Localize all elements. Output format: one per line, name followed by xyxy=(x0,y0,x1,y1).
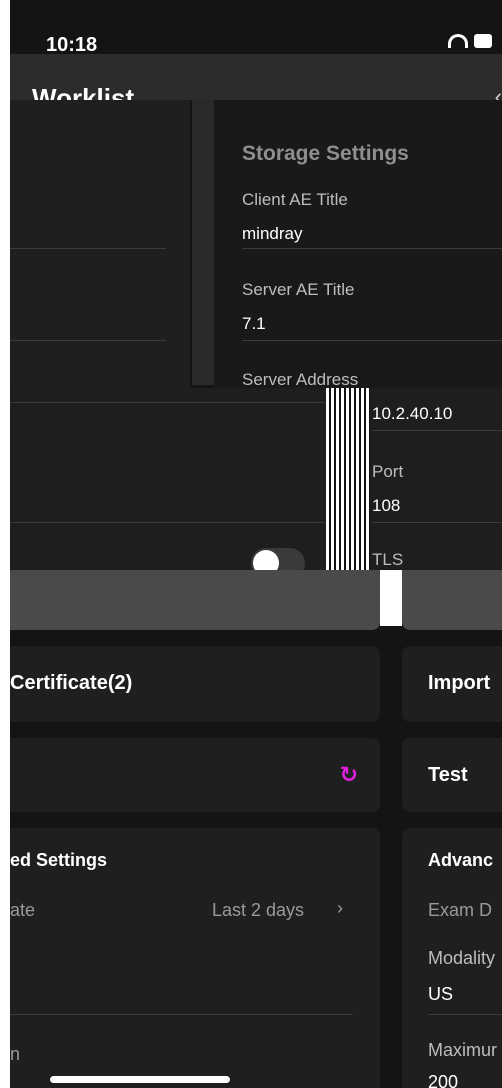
date-range-value[interactable]: Last 2 days xyxy=(212,900,304,921)
divider xyxy=(10,522,325,523)
server-address-label: Server Address xyxy=(242,370,359,389)
maximum-label: Maximur xyxy=(428,1040,498,1060)
home-indicator xyxy=(50,1076,230,1083)
modality-label: Modality xyxy=(428,948,496,968)
maximum-field[interactable]: 200 xyxy=(428,1072,458,1088)
server-address-field[interactable]: 10.2.40.10 xyxy=(372,404,452,424)
battery-icon xyxy=(474,34,492,48)
divider xyxy=(10,402,325,403)
divider xyxy=(10,340,166,341)
status-bar: 10:18 xyxy=(10,0,502,56)
gap-notch xyxy=(380,570,402,626)
divider xyxy=(10,1014,353,1015)
port-label: Port xyxy=(372,462,404,481)
divider xyxy=(372,430,502,431)
status-row: ↻ xyxy=(10,738,380,812)
server-ae-title-field[interactable]: 7.1 xyxy=(242,314,266,334)
column-divider xyxy=(192,100,214,385)
toolbar-strip xyxy=(10,570,502,632)
import-label: Import xyxy=(428,672,491,694)
advanced-settings-card-left: ed Settings ate Last 2 days › n xyxy=(10,828,380,1088)
header: Worklist ‹ xyxy=(10,54,502,111)
storage-settings-panel: Storage Settings Client AE Title mindray… xyxy=(214,100,502,389)
date-range-label: ate xyxy=(10,900,36,920)
server-ae-title-label: Server AE Title xyxy=(242,280,355,299)
screen: 10:18 Worklist ‹ Storage Settings Client… xyxy=(10,0,502,1088)
advanced-settings-title: ed Settings xyxy=(10,850,108,870)
client-ae-title-label: Client AE Title xyxy=(242,190,348,209)
certificate-button[interactable]: Certificate(2) xyxy=(10,646,380,722)
middle-band: 10.2.40.10 Port 108 TLS xyxy=(10,388,502,578)
advanced-settings-card-right: Advanc Exam D Modality US Maximur 200 xyxy=(402,828,502,1088)
divider xyxy=(242,248,502,249)
refresh-icon[interactable]: ↻ xyxy=(340,762,358,788)
status-icons xyxy=(448,34,492,48)
setting-label: n xyxy=(10,1044,21,1064)
exam-date-label: Exam D xyxy=(428,900,493,920)
glitch-overlay xyxy=(326,388,370,570)
port-field[interactable]: 108 xyxy=(372,496,400,516)
toolbar-right-panel xyxy=(402,570,502,630)
storage-settings-title: Storage Settings xyxy=(242,142,409,165)
chevron-right-icon: › xyxy=(337,898,343,918)
toolbar-left-panel xyxy=(10,570,380,630)
advanced-title-right: Advanc xyxy=(428,850,494,870)
divider xyxy=(242,340,502,341)
modality-field[interactable]: US xyxy=(428,984,453,1005)
test-label: Test xyxy=(428,764,468,786)
wifi-icon xyxy=(448,34,468,48)
import-button[interactable]: Import xyxy=(402,646,502,722)
test-button[interactable]: Test xyxy=(402,738,502,812)
divider xyxy=(372,522,502,523)
divider xyxy=(428,1014,502,1015)
divider xyxy=(10,248,166,249)
left-settings-card xyxy=(10,100,190,390)
tls-label: TLS xyxy=(372,550,404,569)
client-ae-title-field[interactable]: mindray xyxy=(242,224,302,244)
certificate-label: Certificate(2) xyxy=(10,672,133,694)
